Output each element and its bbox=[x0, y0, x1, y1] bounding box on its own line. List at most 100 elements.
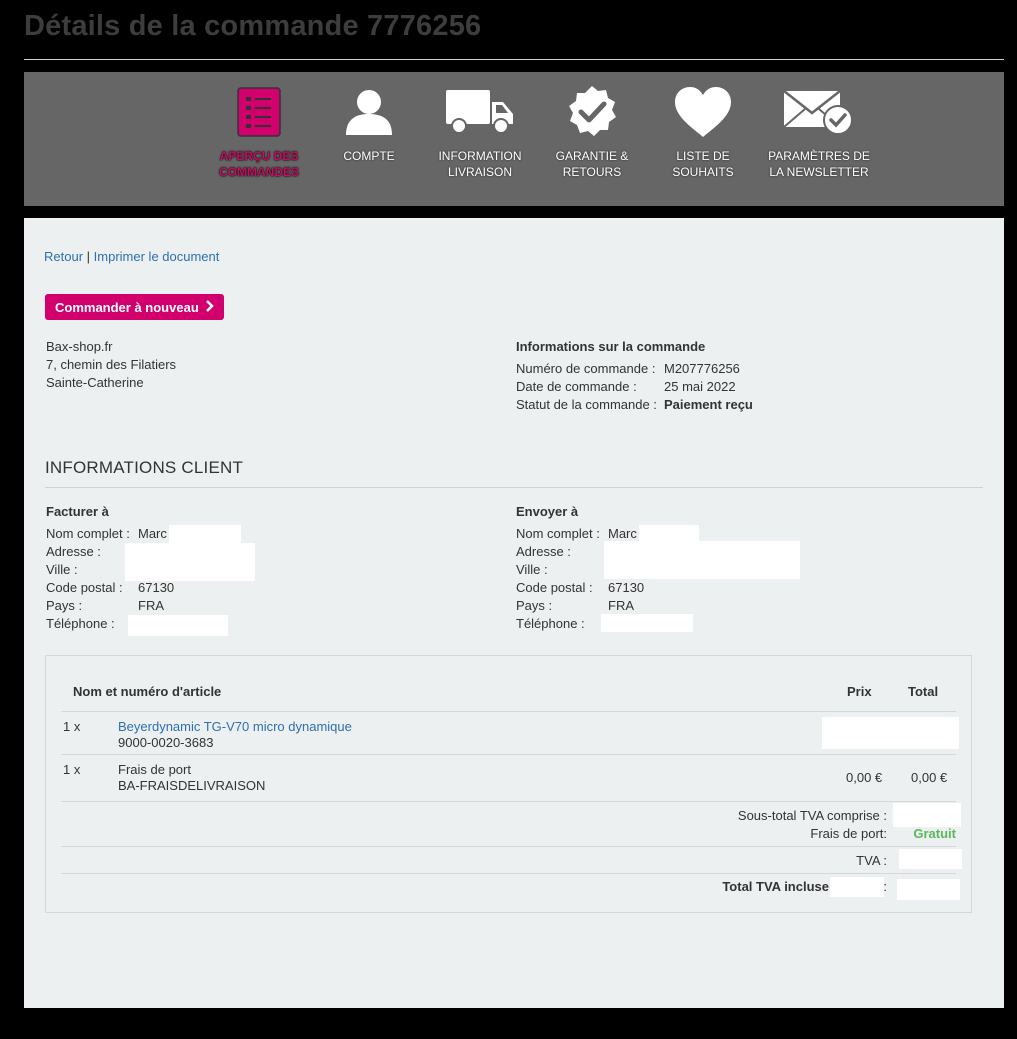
item-details: Beyerdynamic TG-V70 micro dynamique 9000… bbox=[118, 719, 352, 751]
nav-item-account[interactable]: COMPTE bbox=[314, 82, 424, 164]
section-divider bbox=[45, 487, 983, 488]
shipping-address: Envoyer à Nom complet : Marc Adresse : V… bbox=[516, 503, 800, 633]
nav-item-order-overview[interactable]: APERÇU DES COMMANDES bbox=[204, 82, 314, 180]
item-price: 0,00 € bbox=[846, 770, 883, 785]
redaction-box bbox=[604, 541, 800, 579]
shipping-phone-label: Téléphone : bbox=[516, 616, 585, 631]
order-date-label: Date de commande : bbox=[516, 379, 637, 394]
row-divider bbox=[61, 711, 956, 712]
item-name: Frais de port bbox=[118, 762, 191, 777]
delivery-truck-icon bbox=[425, 82, 535, 142]
document-links: Retour | Imprimer le document bbox=[44, 249, 219, 264]
billing-heading: Facturer à bbox=[46, 504, 109, 519]
item-name-link[interactable]: Beyerdynamic TG-V70 micro dynamique bbox=[118, 719, 352, 735]
billing-address: Facturer à Nom complet : Marc Adresse : … bbox=[46, 503, 255, 636]
redaction-box bbox=[601, 614, 693, 632]
item-details: Frais de port BA-FRAISDELIVRAISON bbox=[118, 762, 265, 794]
item-quantity: 1 x bbox=[63, 762, 81, 777]
shipping-country-label: Pays : bbox=[516, 598, 553, 613]
billing-name-label: Nom complet : bbox=[46, 526, 130, 541]
store-address: Bax-shop.fr 7, chemin des Filatiers Sain… bbox=[46, 338, 176, 392]
item-sku: BA-FRAISDELIVRAISON bbox=[118, 778, 266, 793]
redaction-box bbox=[169, 525, 241, 544]
redaction-box bbox=[893, 803, 961, 827]
shipping-cost-label: Frais de port: bbox=[810, 826, 887, 841]
account-nav: APERÇU DES COMMANDES COMPTE INFORMATION LI… bbox=[24, 72, 1004, 206]
shipping-cost-value: Gratuit bbox=[913, 826, 956, 841]
item-sku: 9000-0020-3683 bbox=[118, 735, 214, 750]
newsletter-envelope-icon bbox=[764, 82, 874, 142]
order-number-row: Numéro de commande : M207776256 bbox=[516, 360, 753, 378]
title-divider bbox=[24, 59, 1004, 60]
item-quantity: 1 x bbox=[63, 719, 81, 734]
shipping-name-label: Nom complet : bbox=[516, 526, 600, 541]
nav-item-wishlist[interactable]: LISTE DE SOUHAITS bbox=[648, 82, 758, 180]
order-number-value: M207776256 bbox=[664, 361, 740, 376]
billing-country-label: Pays : bbox=[46, 598, 83, 613]
order-items-table: Nom et numéro d'article Prix Total 1 x B… bbox=[45, 655, 972, 913]
billing-country-value: FRA bbox=[138, 598, 164, 613]
shipping-country-value: FRA bbox=[608, 598, 634, 613]
billing-phone-label: Téléphone : bbox=[46, 616, 115, 631]
order-number-label: Numéro de commande : bbox=[516, 361, 656, 376]
order-details-panel: Retour | Imprimer le document Commander … bbox=[24, 218, 1004, 1008]
redaction-box bbox=[128, 615, 228, 636]
order-info-heading: Informations sur la commande bbox=[516, 339, 706, 354]
grand-total-colon: : bbox=[883, 879, 887, 894]
billing-zip-value: 67130 bbox=[138, 580, 175, 595]
order-info: Informations sur la commande Numéro de c… bbox=[516, 338, 753, 414]
shipping-country-row: Pays : FRA bbox=[516, 597, 644, 615]
reorder-button[interactable]: Commander à nouveau bbox=[45, 294, 224, 320]
link-separator: | bbox=[86, 249, 91, 264]
nav-item-newsletter-settings[interactable]: PARAMÈTRES DE LA NEWSLETTER bbox=[764, 82, 874, 180]
subtotal-label: Sous-total TVA comprise : bbox=[737, 808, 887, 823]
column-header-total: Total bbox=[908, 684, 939, 699]
billing-zip-label: Code postal : bbox=[46, 580, 123, 595]
store-name: Bax-shop.fr bbox=[46, 339, 113, 354]
column-header-price: Prix bbox=[847, 684, 872, 699]
chevron-right-icon bbox=[205, 299, 214, 315]
page-title: Détails de la commande 7776256 bbox=[24, 10, 482, 42]
order-date-value: 25 mai 2022 bbox=[664, 379, 736, 394]
order-status-value: Paiement reçu bbox=[664, 397, 753, 412]
nav-label: LISTE DE SOUHAITS bbox=[672, 149, 734, 179]
redaction-box bbox=[125, 543, 255, 581]
redaction-box bbox=[897, 879, 960, 900]
nav-label: GARANTIE & RETOURS bbox=[555, 149, 629, 179]
nav-label: INFORMATION LIVRAISON bbox=[438, 149, 522, 179]
row-divider bbox=[61, 801, 956, 802]
shipping-heading: Envoyer à bbox=[516, 504, 579, 519]
redaction-box bbox=[822, 717, 959, 749]
nav-item-delivery-info[interactable]: INFORMATION LIVRAISON bbox=[425, 82, 535, 180]
nav-item-warranty-returns[interactable]: GARANTIE & RETOURS bbox=[537, 82, 647, 180]
store-street: 7, chemin des Filatiers bbox=[46, 357, 177, 372]
nav-label: COMPTE bbox=[343, 149, 395, 163]
billing-name-value: Marc bbox=[138, 526, 167, 541]
order-date-row: Date de commande : 25 mai 2022 bbox=[516, 378, 753, 396]
billing-zip-row: Code postal : 67130 bbox=[46, 579, 174, 597]
shipping-address-label: Adresse : bbox=[516, 544, 571, 559]
print-document-link[interactable]: Imprimer le document bbox=[94, 249, 220, 264]
tva-label: TVA : bbox=[856, 853, 887, 868]
nav-label: PARAMÈTRES DE LA NEWSLETTER bbox=[768, 149, 870, 179]
shipping-zip-row: Code postal : 67130 bbox=[516, 579, 644, 597]
order-list-icon bbox=[204, 82, 314, 142]
row-divider bbox=[61, 754, 956, 755]
warranty-badge-icon bbox=[537, 82, 647, 142]
item-total: 0,00 € bbox=[911, 770, 948, 785]
shipping-zip-value: 67130 bbox=[608, 580, 645, 595]
shipping-city-label: Ville : bbox=[516, 562, 548, 577]
store-city: Sainte-Catherine bbox=[46, 375, 144, 390]
customer-info-title: INFORMATIONS CLIENT bbox=[45, 458, 244, 477]
redaction-box bbox=[899, 849, 962, 869]
column-header-name: Nom et numéro d'article bbox=[73, 684, 222, 699]
redaction-box bbox=[830, 877, 884, 897]
reorder-button-label: Commander à nouveau bbox=[55, 299, 199, 315]
order-status-row: Statut de la commande : Paiement reçu bbox=[516, 396, 753, 414]
heart-icon bbox=[648, 82, 758, 142]
shipping-zip-label: Code postal : bbox=[516, 580, 593, 595]
back-link[interactable]: Retour bbox=[44, 249, 83, 264]
order-status-label: Statut de la commande : bbox=[516, 397, 657, 412]
billing-country-row: Pays : FRA bbox=[46, 597, 174, 615]
billing-name-row: Nom complet : Marc bbox=[46, 525, 174, 543]
